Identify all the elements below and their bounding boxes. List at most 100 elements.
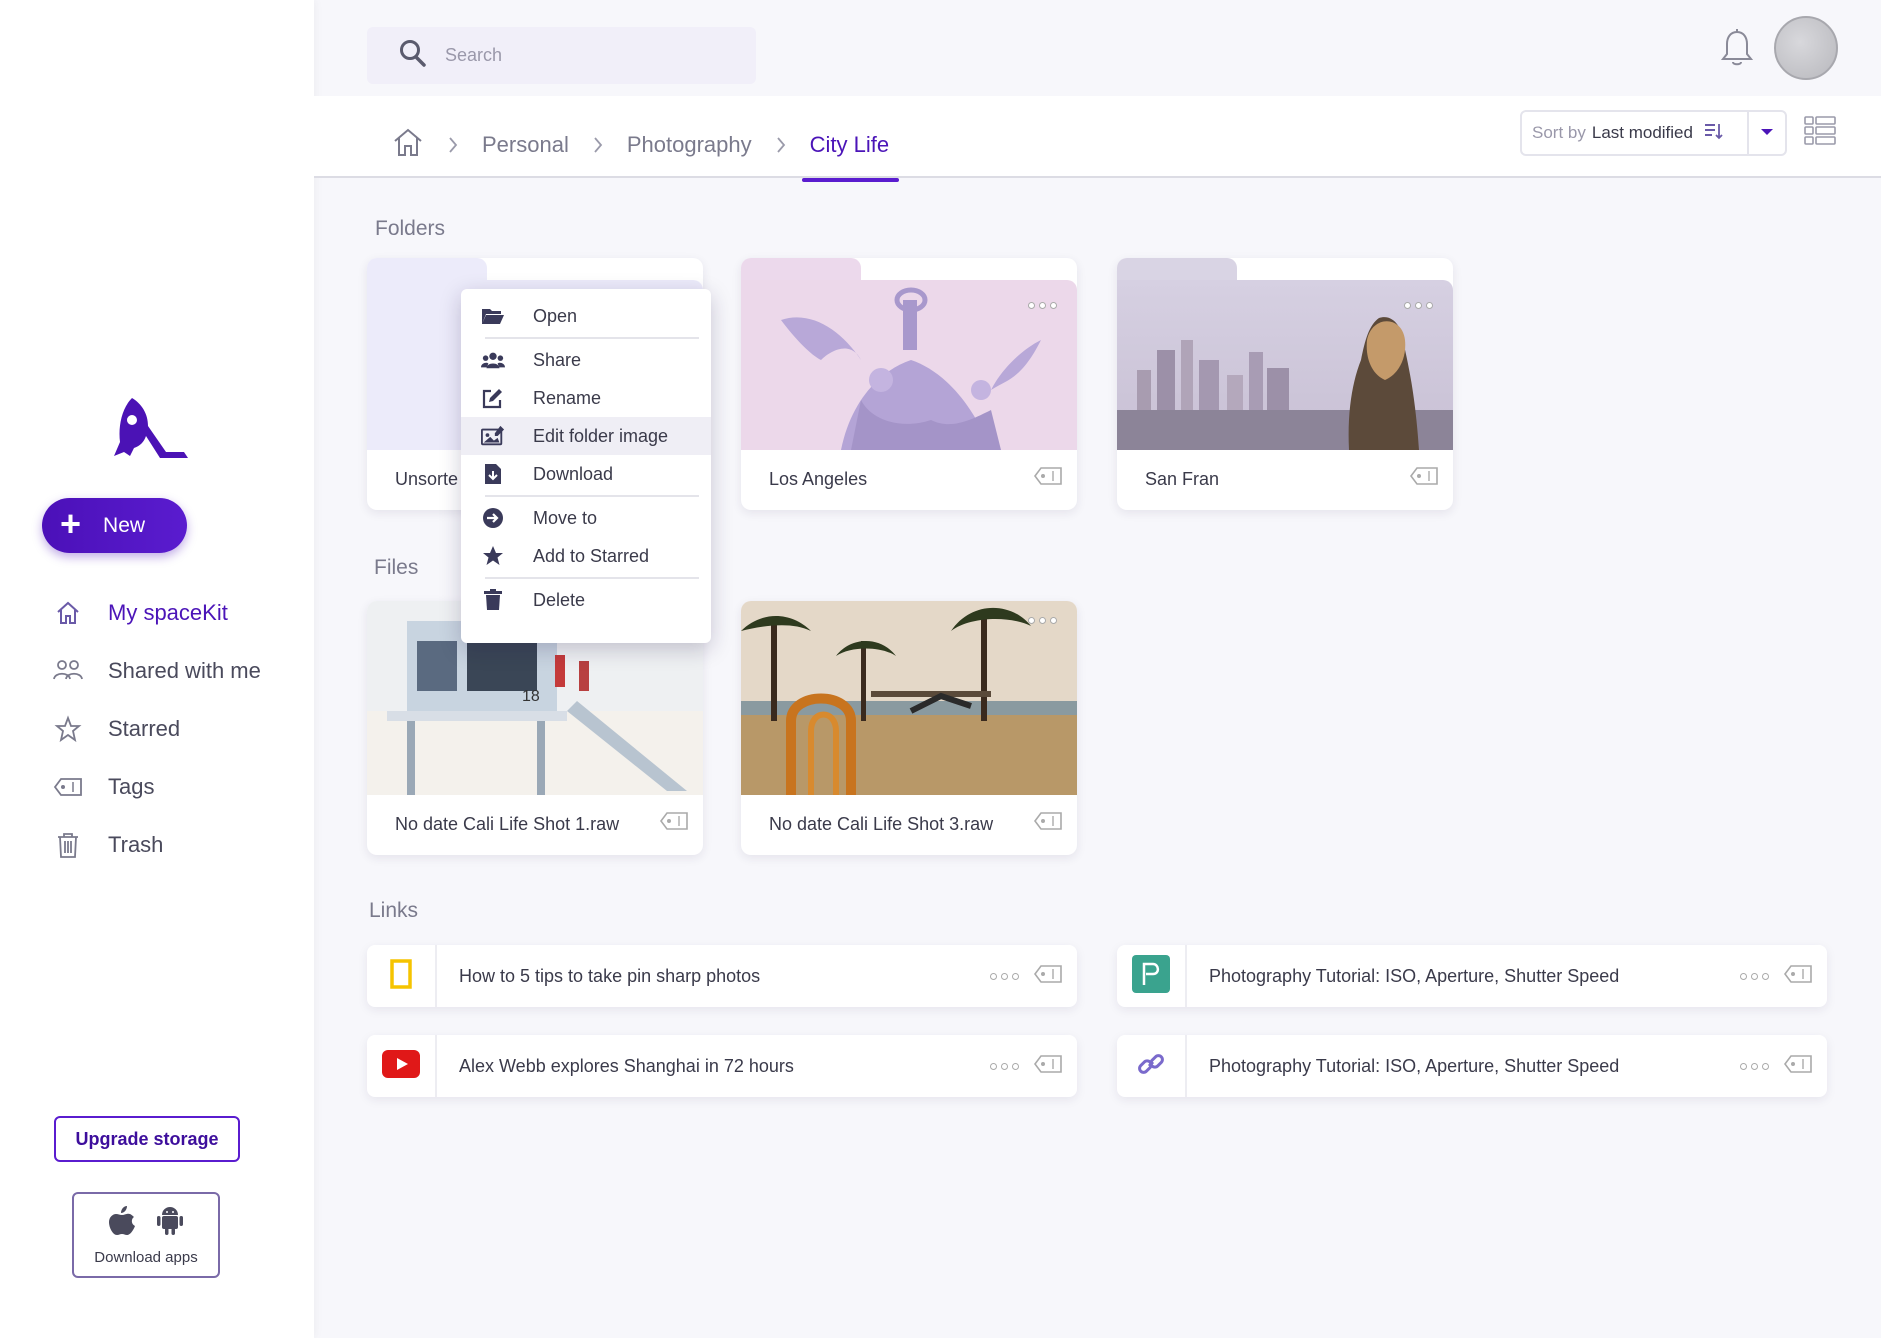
breadcrumb-city-life[interactable]: City Life <box>801 132 900 182</box>
folders-section-title: Folders <box>375 217 446 240</box>
upgrade-storage-button[interactable]: Upgrade storage <box>54 1116 240 1162</box>
tag-icon[interactable] <box>1033 465 1063 492</box>
svg-text:18: 18 <box>522 688 540 705</box>
search-icon <box>399 38 427 73</box>
tag-icon[interactable] <box>1033 810 1063 837</box>
tag-icon[interactable] <box>1409 465 1439 492</box>
link-title: Photography Tutorial: ISO, Aperture, Shu… <box>1209 965 1620 986</box>
menu-item-download[interactable]: Download <box>461 455 711 493</box>
link-row[interactable]: Alex Webb explores Shanghai in 72 hours <box>367 1035 1077 1097</box>
menu-item-label: Download <box>533 463 614 484</box>
folder-name: Los Angeles <box>769 469 868 489</box>
link-row[interactable]: How to 5 tips to take pin sharp photos <box>367 945 1077 1007</box>
link-title: Photography Tutorial: ISO, Aperture, Shu… <box>1209 1055 1620 1076</box>
arrow-circle-right-icon <box>481 506 505 530</box>
trash-icon <box>48 825 88 865</box>
more-options-icon[interactable] <box>990 972 1019 980</box>
file-name: No date Cali Life Shot 3.raw <box>769 814 994 834</box>
menu-item-label: Add to Starred <box>533 545 650 566</box>
sidebar-item-trash[interactable]: Trash <box>48 816 308 874</box>
sort-order-icon <box>1703 121 1723 146</box>
sidebar-item-my-spacekit[interactable]: My spaceKit <box>48 584 308 642</box>
folder-image <box>1117 280 1453 450</box>
menu-item-move-to[interactable]: Move to <box>461 499 711 537</box>
search-input[interactable] <box>445 45 725 66</box>
menu-divider <box>485 577 699 579</box>
sidebar-nav: My spaceKit Shared with me Starred Tags … <box>48 584 308 874</box>
folder-open-icon <box>481 304 505 328</box>
link-row[interactable]: Photography Tutorial: ISO, Aperture, Shu… <box>1117 1035 1827 1097</box>
tag-icon <box>48 767 88 807</box>
sort-dropdown-button[interactable] <box>1749 112 1785 154</box>
star-icon <box>481 544 505 568</box>
more-options-icon[interactable] <box>1740 1062 1769 1070</box>
search-bar[interactable] <box>367 27 756 84</box>
more-options-icon[interactable] <box>1028 617 1057 624</box>
apple-icon <box>107 1204 137 1241</box>
tag-icon[interactable] <box>1033 1053 1063 1080</box>
menu-item-share[interactable]: Share <box>461 341 711 379</box>
context-menu: Open Share Rename Edit folder image Down… <box>461 289 711 643</box>
menu-item-label: Delete <box>533 589 586 610</box>
file-thumbnail <box>741 601 1077 795</box>
menu-item-label: Edit folder image <box>533 425 669 446</box>
link-row[interactable]: Photography Tutorial: ISO, Aperture, Shu… <box>1117 945 1827 1007</box>
android-icon <box>155 1204 185 1241</box>
file-card[interactable]: No date Cali Life Shot 3.raw <box>741 601 1077 855</box>
new-button[interactable]: + New <box>42 498 187 553</box>
more-options-icon[interactable] <box>1028 302 1057 309</box>
folder-card-san-fran[interactable]: San Fran <box>1117 258 1453 510</box>
breadcrumb-photography[interactable]: Photography <box>627 132 752 158</box>
links-section-title: Links <box>369 899 419 922</box>
sidebar-item-tags[interactable]: Tags <box>48 758 308 816</box>
more-options-icon[interactable] <box>990 1062 1019 1070</box>
file-download-icon <box>481 462 505 486</box>
breadcrumb: Personal Photography City Life <box>392 126 900 182</box>
menu-item-open[interactable]: Open <box>461 297 711 335</box>
menu-item-add-to-starred[interactable]: Add to Starred <box>461 537 711 575</box>
p-brand-icon <box>1132 954 1170 998</box>
sidebar-item-label: My spaceKit <box>108 600 228 625</box>
sort-value: Last modified <box>1591 123 1693 142</box>
tag-icon[interactable] <box>1033 963 1063 990</box>
youtube-icon <box>382 1049 420 1083</box>
tag-icon[interactable] <box>1783 1053 1813 1080</box>
tag-icon[interactable] <box>659 810 689 837</box>
download-apps-label: Download apps <box>94 1249 198 1266</box>
menu-item-delete[interactable]: Delete <box>461 581 711 619</box>
home-icon[interactable] <box>392 126 424 163</box>
avatar[interactable] <box>1774 16 1838 80</box>
home-icon <box>48 593 88 633</box>
link-title: Alex Webb explores Shanghai in 72 hours <box>459 1055 794 1076</box>
breadcrumb-personal[interactable]: Personal <box>482 132 569 158</box>
sidebar-item-label: Shared with me <box>108 658 261 683</box>
sidebar-item-label: Starred <box>108 716 181 741</box>
link-icon <box>1136 1049 1166 1084</box>
natgeo-icon <box>390 958 412 994</box>
users-icon <box>481 348 505 372</box>
folder-card-los-angeles[interactable]: Los Angeles <box>741 258 1077 510</box>
sort-control: Sort by Last modified <box>1520 110 1787 156</box>
caret-down-icon <box>1760 124 1774 142</box>
folder-name: San Fran <box>1145 469 1220 489</box>
star-icon <box>48 709 88 749</box>
download-apps-button[interactable]: Download apps <box>72 1192 220 1278</box>
tag-icon[interactable] <box>1783 963 1813 990</box>
folder-name: Unsorte <box>395 469 459 489</box>
bell-icon[interactable] <box>1720 28 1754 73</box>
sort-button[interactable]: Sort by Last modified <box>1522 112 1749 154</box>
chevron-right-icon <box>776 136 786 154</box>
menu-item-label: Rename <box>533 387 602 408</box>
sidebar-item-shared[interactable]: Shared with me <box>48 642 308 700</box>
users-icon <box>48 651 88 691</box>
more-options-icon[interactable] <box>1404 302 1433 309</box>
menu-item-edit-folder-image[interactable]: Edit folder image <box>461 417 711 455</box>
sidebar-item-starred[interactable]: Starred <box>48 700 308 758</box>
sidebar: + New My spaceKit Shared with me Starred <box>0 0 314 1338</box>
more-options-icon[interactable] <box>1740 972 1769 980</box>
menu-item-rename[interactable]: Rename <box>461 379 711 417</box>
menu-divider <box>485 495 699 497</box>
image-edit-icon <box>481 424 505 448</box>
list-view-icon[interactable] <box>1804 116 1836 151</box>
menu-item-label: Share <box>533 349 582 370</box>
